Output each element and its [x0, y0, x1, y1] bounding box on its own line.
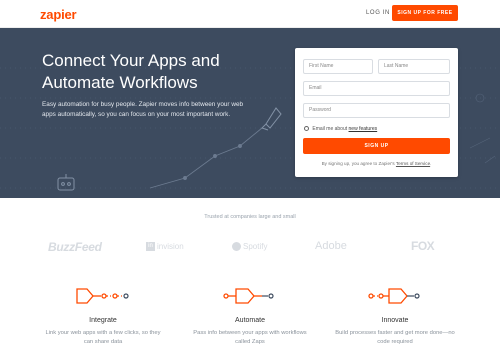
zapier-logo[interactable]: zapier [40, 7, 77, 22]
feature-text: Pass info between your apps with workflo… [193, 330, 307, 345]
terms-of-service-link[interactable]: Terms of Service [396, 161, 430, 166]
terms-end: . [430, 161, 432, 166]
adobe-wordmark: Adobe [315, 240, 347, 252]
feature-title: Integrate [89, 317, 117, 324]
customer-logos: BuzzFeed in invision Spotify Adobe FOX [0, 237, 500, 259]
hero-section: Connect Your Apps and Automate Workflows… [0, 28, 500, 198]
feature-title: Automate [235, 317, 265, 324]
feature-text: Build processes faster and get more done… [335, 330, 455, 345]
fox-logo: FOX [411, 239, 435, 253]
first-name-field[interactable]: First Name [303, 59, 373, 74]
headline-line-2: Automate Workflows [42, 73, 198, 92]
automate-icon [223, 288, 274, 304]
invision-mark: in [146, 242, 155, 252]
adobe-logo: Adobe [315, 240, 347, 252]
features-section: Integrate Link your web apps with a few … [0, 285, 500, 358]
terms-notice: By signing up, you agree to Zapier's Ter… [295, 161, 458, 166]
last-name-field[interactable]: Last Name [378, 59, 450, 74]
invision-wordmark: invision [157, 242, 184, 251]
innovate-icon [368, 288, 420, 304]
signup-button[interactable]: SIGN UP [303, 138, 450, 154]
hero-headline: Connect Your Apps and Automate Workflows [42, 50, 282, 94]
email-opt-in-row: Email me about new features [304, 126, 377, 132]
password-field[interactable]: Password [303, 103, 450, 118]
new-features-link[interactable]: new features [349, 126, 378, 132]
signup-for-free-button[interactable]: SIGN UP FOR FREE [392, 5, 458, 21]
invision-logo: in invision [146, 242, 184, 252]
spotify-logo: Spotify [232, 242, 268, 252]
top-nav: zapier LOG IN SIGN UP FOR FREE [0, 0, 500, 28]
feature-title: Innovate [381, 317, 409, 324]
feature-integrate: Integrate Link your web apps with a few … [28, 285, 178, 347]
spotify-icon [232, 242, 241, 252]
headline-line-1: Connect Your Apps and [42, 51, 220, 70]
email-opt-in-checkbox[interactable] [304, 126, 309, 132]
login-link[interactable]: LOG IN [366, 10, 390, 16]
hero-subtext: Easy automation for busy people. Zapier … [42, 101, 244, 118]
robot-icon [57, 174, 75, 191]
email-opt-in-label: Email me about [312, 126, 348, 132]
feature-innovate: Innovate Build processes faster and get … [320, 285, 470, 347]
integrate-icon [76, 288, 129, 304]
feature-automate: Automate Pass info between your apps wit… [175, 285, 325, 347]
trusted-heading: Trusted at companies large and small [204, 214, 296, 220]
rocket-icon [261, 107, 282, 131]
terms-text: By signing up, you agree to Zapier's [321, 161, 395, 166]
feature-text: Link your web apps with a few clicks, so… [45, 330, 161, 345]
buzzfeed-logo: BuzzFeed [48, 240, 102, 254]
email-field[interactable]: Email [303, 81, 450, 96]
signup-form: First Name Last Name Email Password Emai… [295, 48, 458, 177]
spotify-wordmark: Spotify [243, 242, 268, 251]
